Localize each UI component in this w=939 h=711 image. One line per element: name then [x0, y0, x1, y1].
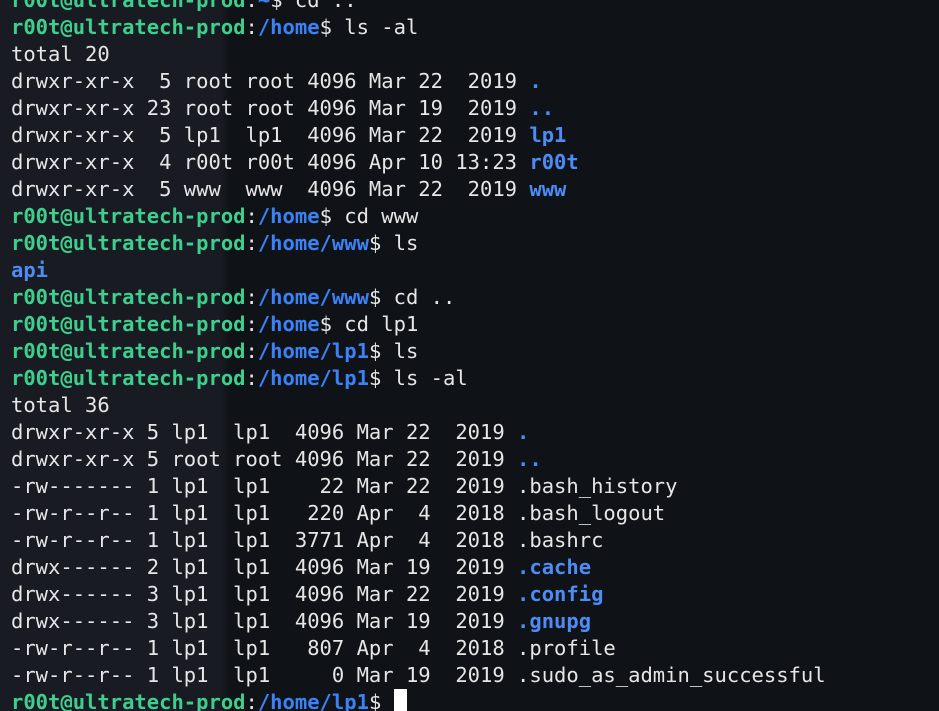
listing-attributes: drwx------ 3 lp1 lp1 4096 Mar 22 2019 — [11, 582, 518, 606]
prompt-user: r00t@ultratech-prod — [11, 0, 246, 12]
directory-name: r00t — [529, 150, 579, 174]
file-name: .bashrc — [517, 528, 604, 552]
directory-name: api — [11, 258, 49, 282]
command-text: $ cd www — [319, 204, 419, 228]
output-line: api — [11, 257, 826, 284]
prompt-path: /home/lp1 — [257, 366, 369, 390]
listing-attributes: drwxr-xr-x 5 root root 4096 Mar 22 2019 — [11, 69, 530, 93]
listing-attributes: drwx------ 3 lp1 lp1 4096 Mar 19 2019 — [11, 609, 518, 633]
directory-name: .config — [517, 582, 604, 606]
prompt-separator: : — [245, 312, 258, 336]
listing-row: -rw-r--r-- 1 lp1 lp1 3771 Apr 4 2018 .ba… — [11, 527, 826, 554]
command-line: r00t@ultratech-prod:~$ cd .. — [11, 0, 826, 14]
listing-row: drwxr-xr-x 5 lp1 lp1 4096 Mar 22 2019 lp… — [11, 122, 826, 149]
prompt-path: /home — [257, 312, 320, 336]
command-text: $ cd lp1 — [319, 312, 419, 336]
file-name: .sudo_as_admin_successful — [517, 663, 826, 687]
listing-row: drwxr-xr-x 23 root root 4096 Mar 19 2019… — [11, 95, 826, 122]
listing-attributes: drwxr-xr-x 5 lp1 lp1 4096 Mar 22 2019 — [11, 420, 518, 444]
directory-name: . — [517, 420, 530, 444]
listing-row: drwxr-xr-x 5 root root 4096 Mar 22 2019 … — [11, 68, 826, 95]
prompt-separator: : — [245, 15, 258, 39]
command-text: $ ls — [368, 339, 419, 363]
command-line: r00t@ultratech-prod:/home$ ls -al — [11, 14, 826, 41]
directory-name: .gnupg — [517, 609, 592, 633]
listing-row: drwxr-xr-x 4 r00t r00t 4096 Apr 10 13:23… — [11, 149, 826, 176]
command-line: r00t@ultratech-prod:/home/lp1$ ls — [11, 338, 826, 365]
prompt-path: /home — [257, 15, 320, 39]
listing-row: -rw-r--r-- 1 lp1 lp1 807 Apr 4 2018 .pro… — [11, 635, 826, 662]
prompt-separator: : — [245, 0, 258, 12]
file-name: .bash_logout — [517, 501, 666, 525]
listing-row: -rw-r--r-- 1 lp1 lp1 0 Mar 19 2019 .sudo… — [11, 662, 826, 689]
cursor-block[interactable] — [393, 689, 407, 711]
prompt-path: /home/lp1 — [257, 690, 369, 711]
command-text: $ cd .. — [368, 285, 456, 309]
terminal-output: r00t@ultratech-prod:~$ cd .. r00t@ultrate… — [11, 0, 826, 711]
prompt-separator: : — [245, 204, 258, 228]
directory-name: .. — [529, 96, 555, 120]
prompt-separator: : — [245, 366, 258, 390]
command-text: $ ls -al — [319, 15, 419, 39]
prompt-path: /home — [257, 204, 320, 228]
output-line: total 20 — [11, 41, 826, 68]
terminal-window[interactable]: r00t@ultratech-prod:~$ cd .. r00t@ultrate… — [0, 0, 939, 711]
listing-row: drwxr-xr-x 5 root root 4096 Mar 22 2019 … — [11, 446, 826, 473]
listing-row: drwx------ 2 lp1 lp1 4096 Mar 19 2019 .c… — [11, 554, 826, 581]
prompt-path: /home/lp1 — [257, 339, 369, 363]
listing-row: drwxr-xr-x 5 www www 4096 Mar 22 2019 ww… — [11, 176, 826, 203]
listing-attributes: drwxr-xr-x 5 www www 4096 Mar 22 2019 — [11, 177, 530, 201]
prompt-path: ~ — [257, 0, 271, 12]
prompt-separator: : — [245, 690, 258, 711]
listing-attributes: -rw-r--r-- 1 lp1 lp1 3771 Apr 4 2018 — [11, 528, 518, 552]
command-text: $ cd .. — [270, 0, 357, 12]
command-line: r00t@ultratech-prod:/home/www$ cd .. — [11, 284, 826, 311]
directory-name: www — [529, 177, 567, 201]
prompt-path: /home/www — [257, 231, 369, 255]
prompt-user: r00t@ultratech-prod — [11, 366, 246, 390]
listing-row: drwxr-xr-x 5 lp1 lp1 4096 Mar 22 2019 . — [11, 419, 826, 446]
listing-attributes: drwxr-xr-x 4 r00t r00t 4096 Apr 10 13:23 — [11, 150, 530, 174]
prompt-user: r00t@ultratech-prod — [11, 285, 246, 309]
prompt-separator: : — [245, 231, 258, 255]
command-text: $ ls -al — [368, 366, 468, 390]
file-name: .bash_history — [517, 474, 678, 498]
listing-row: -rw------- 1 lp1 lp1 22 Mar 22 2019 .bas… — [11, 473, 826, 500]
prompt-separator: : — [245, 285, 258, 309]
prompt-user: r00t@ultratech-prod — [11, 204, 246, 228]
output-line: total 36 — [11, 392, 826, 419]
listing-attributes: drwxr-xr-x 5 root root 4096 Mar 22 2019 — [11, 447, 518, 471]
listing-attributes: -rw-r--r-- 1 lp1 lp1 807 Apr 4 2018 — [11, 636, 518, 660]
directory-name: . — [529, 69, 542, 93]
listing-attributes: -rw------- 1 lp1 lp1 22 Mar 22 2019 — [11, 474, 518, 498]
prompt-user: r00t@ultratech-prod — [11, 15, 246, 39]
listing-attributes: -rw-r--r-- 1 lp1 lp1 0 Mar 19 2019 — [11, 663, 518, 687]
directory-name: .cache — [517, 555, 592, 579]
command-text: $ — [368, 690, 394, 711]
active-prompt-line: r00t@ultratech-prod:/home/lp1$ — [11, 689, 826, 711]
directory-name: .. — [517, 447, 542, 471]
listing-attributes: -rw-r--r-- 1 lp1 lp1 220 Apr 4 2018 — [11, 501, 518, 525]
prompt-path: /home/www — [257, 285, 369, 309]
listing-row: -rw-r--r-- 1 lp1 lp1 220 Apr 4 2018 .bas… — [11, 500, 826, 527]
listing-row: drwx------ 3 lp1 lp1 4096 Mar 19 2019 .g… — [11, 608, 826, 635]
prompt-user: r00t@ultratech-prod — [11, 312, 246, 336]
output-text: total 36 — [11, 393, 110, 417]
command-line: r00t@ultratech-prod:/home/www$ ls — [11, 230, 826, 257]
listing-attributes: drwxr-xr-x 5 lp1 lp1 4096 Mar 22 2019 — [11, 123, 530, 147]
prompt-user: r00t@ultratech-prod — [11, 339, 246, 363]
listing-row: drwx------ 3 lp1 lp1 4096 Mar 22 2019 .c… — [11, 581, 826, 608]
file-name: .profile — [517, 636, 616, 660]
command-line: r00t@ultratech-prod:/home$ cd lp1 — [11, 311, 826, 338]
prompt-separator: : — [245, 339, 258, 363]
command-line: r00t@ultratech-prod:/home/lp1$ ls -al — [11, 365, 826, 392]
prompt-user: r00t@ultratech-prod — [11, 231, 246, 255]
prompt-user: r00t@ultratech-prod — [11, 690, 246, 711]
output-text: total 20 — [11, 42, 110, 66]
listing-attributes: drwx------ 2 lp1 lp1 4096 Mar 19 2019 — [11, 555, 518, 579]
command-line: r00t@ultratech-prod:/home$ cd www — [11, 203, 826, 230]
listing-attributes: drwxr-xr-x 23 root root 4096 Mar 19 2019 — [11, 96, 530, 120]
command-text: $ ls — [368, 231, 419, 255]
directory-name: lp1 — [529, 123, 567, 147]
